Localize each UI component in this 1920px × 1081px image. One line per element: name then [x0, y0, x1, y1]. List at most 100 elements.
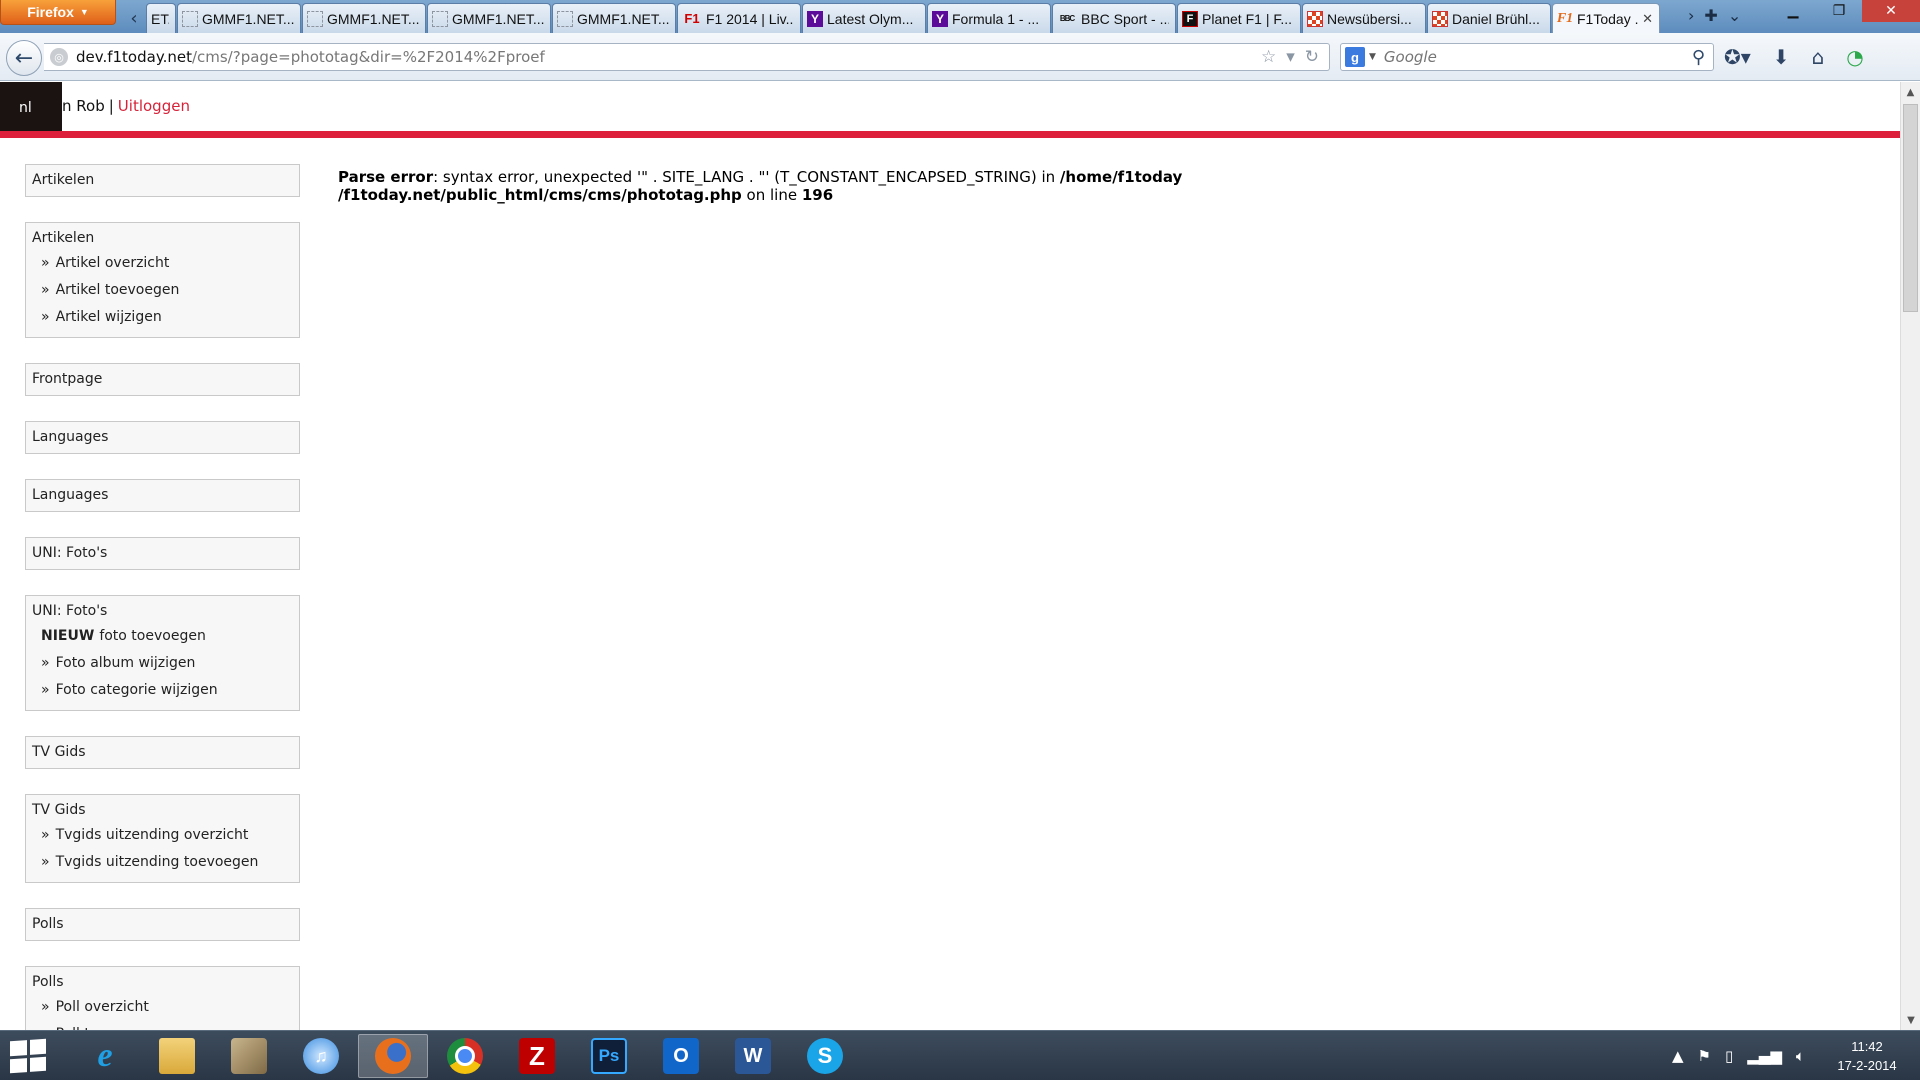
url-text[interactable]: dev.f1today.net/cms/?page=phototag&dir=%… — [76, 48, 1261, 66]
globe-icon[interactable]: ◎ — [50, 48, 68, 66]
taskbar-app-filezilla[interactable]: Z — [502, 1034, 572, 1078]
sidebar-box-title[interactable]: Languages — [32, 486, 293, 505]
user-separator: | — [108, 97, 114, 115]
windows-start-icon[interactable] — [10, 1038, 46, 1074]
volume-icon[interactable]: 🔈︎ — [1796, 1047, 1805, 1065]
url-history-dropdown-icon[interactable]: ▾ — [1286, 47, 1295, 67]
addon-icon[interactable]: ◔ — [1846, 45, 1863, 69]
sidebar-box-title[interactable]: Languages — [32, 428, 293, 447]
sidebar-box: UNI: Foto's NIEUW foto toevoegen » Foto albu… — [25, 595, 300, 711]
battery-icon[interactable]: ▯ — [1725, 1047, 1733, 1065]
downloads-icon[interactable]: ⬇ — [1773, 45, 1790, 69]
sidebar-box-title[interactable]: Polls — [32, 915, 293, 934]
search-bar[interactable]: g ▼ ⚲ — [1340, 43, 1714, 71]
sidebar-link[interactable]: » Tvgids uitzending overzicht — [32, 822, 293, 849]
double-chevron-right-icon: » — [41, 282, 50, 298]
scrollbar-thumb[interactable] — [1903, 104, 1918, 312]
firefox-menu-button[interactable]: Firefox ▼ — [0, 0, 116, 25]
language-selector[interactable]: nl — [0, 82, 62, 134]
sidebar-box-title[interactable]: UNI: Foto's — [32, 544, 293, 563]
browser-tab[interactable]: GMMF1.NET... — [177, 3, 301, 33]
maximize-button[interactable]: ❐ — [1816, 0, 1862, 22]
url-host: dev.f1today.net — [76, 48, 192, 66]
sidebar-link-label: foto toevoegen — [99, 628, 206, 644]
close-tab-icon[interactable]: ✕ — [1642, 11, 1653, 27]
browser-tab[interactable]: F Planet F1 | F... — [1177, 3, 1301, 33]
sidebar-box-title[interactable]: Artikelen — [32, 171, 293, 190]
address-bar[interactable]: ◎ dev.f1today.net/cms/?page=phototag&dir… — [44, 43, 1330, 71]
tabs-scroll-right-icon[interactable]: › — [1688, 6, 1694, 25]
show-hidden-icons-icon[interactable]: ▲ — [1672, 1047, 1684, 1065]
browser-tab[interactable]: F1 F1 2014 | Liv... — [677, 3, 801, 33]
browser-tab[interactable]: Y Latest Olym... — [802, 3, 926, 33]
sidebar-link-label: Foto album wijzigen — [55, 655, 196, 671]
home-icon[interactable]: ⌂ — [1812, 45, 1825, 69]
scroll-down-icon[interactable]: ▼ — [1901, 1010, 1920, 1030]
sidebar-link[interactable]: » Tvgids uitzending toevoegen — [32, 849, 293, 876]
sidebar-link[interactable]: »Poll toevoegen — [32, 1021, 293, 1030]
search-input[interactable] — [1381, 47, 1692, 67]
sidebar-link[interactable]: » Foto album wijzigen — [32, 650, 293, 677]
sidebar-link[interactable]: » Artikel overzicht — [32, 250, 293, 277]
sidebar-link[interactable]: » Artikel wijzigen — [32, 304, 293, 331]
error-line-text: on line — [741, 186, 802, 204]
scroll-up-icon[interactable]: ▲ — [1901, 82, 1920, 102]
taskbar-app-chrome[interactable] — [430, 1034, 500, 1078]
browser-tab[interactable]: Daniel Brühl... — [1427, 3, 1551, 33]
planet-favicon-icon: F — [1182, 10, 1198, 27]
minimize-button[interactable]: ▁ — [1770, 0, 1816, 22]
browser-tab[interactable]: Y Formula 1 - ... — [927, 3, 1051, 33]
taskbar-app-firefox[interactable] — [358, 1034, 428, 1078]
taskbar-app-skype[interactable]: S — [790, 1034, 860, 1078]
taskbar-app-app3[interactable] — [214, 1034, 284, 1078]
browser-tab[interactable]: Newsübersi... — [1302, 3, 1426, 33]
browser-tab[interactable]: F1F1Today ...✕ — [1552, 3, 1660, 33]
sidebar-box-title: Polls — [32, 974, 64, 990]
sidebar-box-title[interactable]: TV Gids — [32, 743, 293, 762]
browser-tab[interactable]: GMMF1.NET... — [552, 3, 676, 33]
sidebar-link[interactable]: » Artikel toevoegen — [32, 277, 293, 304]
taskbar-app-ie[interactable]: e — [70, 1034, 140, 1078]
tabs-scroll-left-icon[interactable]: ‹ — [124, 4, 144, 32]
logout-link[interactable]: Uitloggen — [118, 97, 190, 115]
taskbar-app-ps[interactable]: Ps — [574, 1034, 644, 1078]
tab-controls: › ✚ ⌄ — [1688, 6, 1741, 25]
browser-tab[interactable]: ET... — [146, 3, 176, 33]
close-window-button[interactable]: ✕ — [1862, 0, 1920, 22]
browser-tab[interactable]: GMMF1.NET... — [302, 3, 426, 33]
sidebar-link[interactable]: » Foto categorie wijzigen — [32, 677, 293, 704]
sidebar-link[interactable]: NIEUW foto toevoegen — [32, 623, 293, 650]
taskbar-app-itunes[interactable]: ♫ — [286, 1034, 356, 1078]
taskbar-app-outlook[interactable]: O — [646, 1034, 716, 1078]
list-all-tabs-icon[interactable]: ⌄ — [1728, 6, 1741, 25]
toolbar-right: ✪▾ ⬇ ⌂ ◔ — [1724, 45, 1864, 69]
sidebar-box-title: TV Gids — [32, 802, 86, 818]
sidebar-box-title: Artikelen — [32, 230, 95, 246]
browser-tab[interactable]: GMMF1.NET... — [427, 3, 551, 33]
taskbar-app-word[interactable]: W — [718, 1034, 788, 1078]
browser-tab-strip: Firefox ▼ ‹ ET... GMMF1.NET... GMMF1.NET..… — [0, 0, 1920, 33]
action-center-flag-icon[interactable]: ⚑ — [1698, 1047, 1711, 1065]
sidebar-link[interactable]: » Poll overzicht — [32, 994, 293, 1021]
taskbar-clock[interactable]: 11:42 17-2-2014 — [1822, 1037, 1912, 1075]
sidebar-box-title[interactable]: Frontpage — [32, 370, 293, 389]
browser-tab[interactable]: BBC BBC Sport - ... — [1052, 3, 1176, 33]
skype-icon: S — [807, 1038, 843, 1074]
vertical-scrollbar[interactable]: ▲ ▼ — [1900, 82, 1920, 1030]
tab-label: ET... — [151, 10, 169, 27]
taskbar-app-explorer[interactable] — [142, 1034, 212, 1078]
network-signal-icon[interactable]: ▂▄▆ — [1747, 1047, 1782, 1065]
search-icon[interactable]: ⚲ — [1692, 47, 1705, 68]
new-tab-icon[interactable]: ✚ — [1704, 6, 1717, 25]
tab-label: Latest Olym... — [827, 10, 914, 27]
tab-list: ET... GMMF1.NET... GMMF1.NET... GMMF1.NET..… — [146, 3, 1661, 33]
google-icon[interactable]: g — [1345, 47, 1365, 67]
sidebar-box: Polls — [25, 908, 300, 941]
reload-icon[interactable]: ↻ — [1305, 47, 1319, 67]
sidebar-box: Artikelen — [25, 164, 300, 197]
sidebar-box: TV Gids » Tvgids uitzending overzicht » Tvgi… — [25, 794, 300, 883]
bookmarks-menu-icon[interactable]: ✪▾ — [1724, 45, 1751, 69]
bookmark-star-icon[interactable]: ☆ — [1261, 47, 1276, 67]
back-button[interactable]: ← — [6, 40, 42, 76]
chevron-down-icon[interactable]: ▼ — [1369, 52, 1376, 62]
